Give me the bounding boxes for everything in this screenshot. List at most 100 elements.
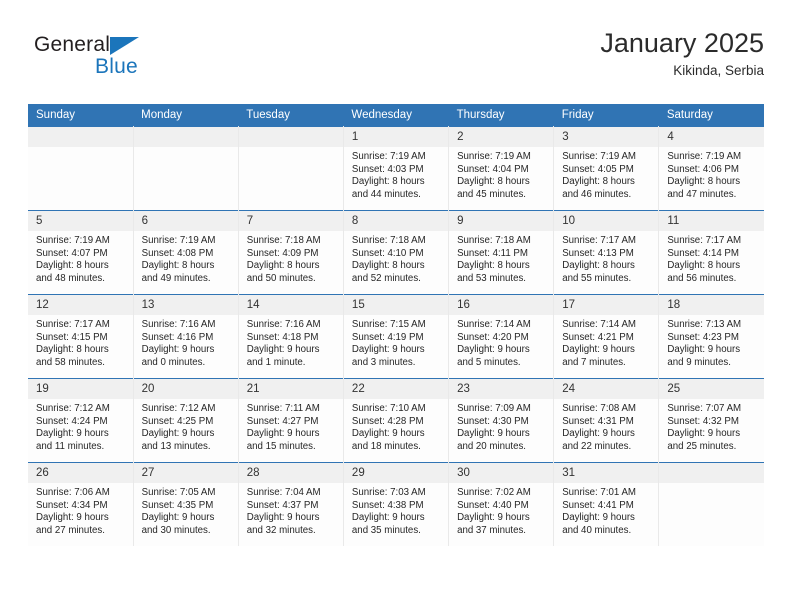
day-sun-info: Sunrise: 7:05 AM Sunset: 4:35 PM Daylight:… (134, 483, 238, 537)
calendar-page: General Blue January 2025 Kikinda, Serbi… (0, 0, 792, 612)
page-header: General Blue January 2025 Kikinda, Serbi… (28, 28, 764, 94)
calendar-day-cell[interactable]: 30 Sunrise: 7:02 AM Sunset: 4:40 PM Dayligh… (448, 462, 555, 546)
daylight-duration-line2: and 50 minutes. (246, 272, 316, 284)
sunset-time: Sunset: 4:21 PM (562, 331, 634, 343)
sunrise-sunset-calendar: Sunday Monday Tuesday Wednesday Thursday… (28, 104, 764, 546)
calendar-day-cell[interactable]: 21 Sunrise: 7:11 AM Sunset: 4:27 PM Dayligh… (237, 378, 344, 463)
calendar-day-cell[interactable]: 28 Sunrise: 7:04 AM Sunset: 4:37 PM Dayligh… (237, 462, 344, 546)
calendar-day-cell[interactable]: 26 Sunrise: 7:06 AM Sunset: 4:34 PM Dayligh… (28, 462, 134, 546)
calendar-day-cell[interactable]: 14 Sunrise: 7:16 AM Sunset: 4:18 PM Dayligh… (237, 294, 344, 379)
daylight-duration-line1: Daylight: 9 hours (562, 428, 635, 440)
sunrise-time: Sunrise: 7:05 AM (141, 487, 216, 498)
title-block: January 2025 Kikinda, Serbia (600, 28, 764, 79)
day-sun-info: Sunrise: 7:19 AM Sunset: 4:07 PM Daylight:… (28, 231, 133, 285)
day-number: 21 (238, 379, 343, 399)
sunset-time: Sunset: 4:16 PM (141, 331, 214, 343)
daylight-duration-line2: and 35 minutes. (351, 524, 421, 536)
day-number: 7 (238, 211, 343, 231)
day-sun-info: Sunrise: 7:16 AM Sunset: 4:18 PM Daylight:… (239, 315, 343, 369)
calendar-day-cell[interactable]: 20 Sunrise: 7:12 AM Sunset: 4:25 PM Dayligh… (132, 378, 239, 463)
day-number: 16 (449, 295, 554, 315)
calendar-day-cell-empty (237, 126, 344, 211)
calendar-day-cell[interactable]: 19 Sunrise: 7:12 AM Sunset: 4:24 PM Dayligh… (28, 378, 134, 463)
day-sun-info: Sunrise: 7:18 AM Sunset: 4:10 PM Daylight:… (344, 231, 448, 285)
sunset-time: Sunset: 4:03 PM (351, 163, 424, 175)
general-blue-logo[interactable]: General Blue (34, 34, 244, 90)
logo-triangle-icon (110, 37, 139, 55)
day-number: 12 (28, 295, 133, 315)
day-sun-info: Sunrise: 7:17 AM Sunset: 4:15 PM Daylight:… (28, 315, 133, 369)
page-title: January 2025 (600, 28, 764, 58)
daylight-duration-line2: and 52 minutes. (351, 272, 421, 284)
day-sun-info: Sunrise: 7:06 AM Sunset: 4:34 PM Daylight:… (28, 483, 133, 537)
day-sun-info: Sunrise: 7:13 AM Sunset: 4:23 PM Daylight:… (659, 315, 764, 369)
calendar-day-cell[interactable]: 18 Sunrise: 7:13 AM Sunset: 4:23 PM Dayligh… (658, 294, 764, 379)
calendar-day-cell[interactable]: 9 Sunrise: 7:18 AM Sunset: 4:11 PM Daylight… (448, 210, 555, 295)
daylight-duration-line1: Daylight: 9 hours (351, 428, 425, 440)
daylight-duration-line2: and 18 minutes. (351, 440, 421, 452)
sunrise-time: Sunrise: 7:11 AM (246, 403, 320, 414)
sunset-time: Sunset: 4:28 PM (351, 415, 424, 427)
day-sun-info: Sunrise: 7:01 AM Sunset: 4:41 PM Daylight:… (554, 483, 658, 537)
daylight-duration-line2: and 56 minutes. (667, 272, 737, 284)
sunset-time: Sunset: 4:10 PM (351, 247, 424, 259)
daylight-duration-line2: and 27 minutes. (36, 524, 105, 536)
calendar-day-cell[interactable]: 2 Sunrise: 7:19 AM Sunset: 4:04 PM Daylight… (448, 126, 555, 211)
calendar-day-cell[interactable]: 3 Sunrise: 7:19 AM Sunset: 4:05 PM Daylight… (553, 126, 660, 211)
calendar-day-cell[interactable]: 15 Sunrise: 7:15 AM Sunset: 4:19 PM Dayligh… (342, 294, 450, 379)
daylight-duration-line1: Daylight: 8 hours (141, 260, 215, 272)
daylight-duration-line2: and 30 minutes. (141, 524, 211, 536)
sunset-time: Sunset: 4:25 PM (141, 415, 214, 427)
day-sun-info: Sunrise: 7:19 AM Sunset: 4:03 PM Daylight:… (344, 147, 448, 201)
calendar-day-cell[interactable]: 23 Sunrise: 7:09 AM Sunset: 4:30 PM Dayligh… (448, 378, 555, 463)
calendar-day-cell[interactable]: 8 Sunrise: 7:18 AM Sunset: 4:10 PM Daylight… (342, 210, 450, 295)
calendar-day-cell[interactable]: 31 Sunrise: 7:01 AM Sunset: 4:41 PM Dayligh… (553, 462, 660, 546)
calendar-day-cell[interactable]: 29 Sunrise: 7:03 AM Sunset: 4:38 PM Dayligh… (342, 462, 450, 546)
daylight-duration-line2: and 40 minutes. (562, 524, 632, 536)
calendar-day-cell[interactable]: 4 Sunrise: 7:19 AM Sunset: 4:06 PM Daylight… (658, 126, 764, 211)
daylight-duration-line2: and 55 minutes. (562, 272, 632, 284)
sunset-time: Sunset: 4:08 PM (141, 247, 214, 259)
day-number: 22 (343, 379, 449, 399)
calendar-day-cell[interactable]: 27 Sunrise: 7:05 AM Sunset: 4:35 PM Dayligh… (132, 462, 239, 546)
calendar-day-cell[interactable]: 13 Sunrise: 7:16 AM Sunset: 4:16 PM Dayligh… (132, 294, 239, 379)
day-sun-info: Sunrise: 7:19 AM Sunset: 4:06 PM Daylight:… (659, 147, 764, 201)
sunset-time: Sunset: 4:07 PM (36, 247, 108, 259)
calendar-day-cell[interactable]: 1 Sunrise: 7:19 AM Sunset: 4:03 PM Daylight… (342, 126, 450, 211)
day-number: 18 (659, 295, 764, 315)
sunset-time: Sunset: 4:09 PM (246, 247, 319, 259)
calendar-day-cell[interactable]: 7 Sunrise: 7:18 AM Sunset: 4:09 PM Daylight… (237, 210, 344, 295)
daylight-duration-line2: and 58 minutes. (36, 356, 105, 368)
weekday-header-monday: Monday (133, 104, 239, 127)
calendar-day-cell[interactable]: 22 Sunrise: 7:10 AM Sunset: 4:28 PM Dayligh… (342, 378, 450, 463)
day-number: 2 (449, 127, 554, 147)
sunrise-time: Sunrise: 7:08 AM (562, 403, 636, 414)
day-number: 9 (449, 211, 554, 231)
day-number: 25 (659, 379, 764, 399)
calendar-day-cell[interactable]: 10 Sunrise: 7:17 AM Sunset: 4:13 PM Dayligh… (553, 210, 660, 295)
calendar-day-cell[interactable]: 17 Sunrise: 7:14 AM Sunset: 4:21 PM Dayligh… (553, 294, 660, 379)
daylight-duration-line1: Daylight: 9 hours (36, 428, 109, 440)
sunrise-time: Sunrise: 7:15 AM (351, 319, 426, 330)
calendar-day-cell[interactable]: 12 Sunrise: 7:17 AM Sunset: 4:15 PM Dayligh… (28, 294, 134, 379)
calendar-day-cell[interactable]: 6 Sunrise: 7:19 AM Sunset: 4:08 PM Daylight… (132, 210, 239, 295)
daylight-duration-line2: and 0 minutes. (141, 356, 206, 368)
daylight-duration-line1: Daylight: 8 hours (667, 176, 741, 188)
day-number: 24 (554, 379, 659, 399)
day-sun-info: Sunrise: 7:10 AM Sunset: 4:28 PM Daylight:… (344, 399, 448, 453)
calendar-day-cell[interactable]: 5 Sunrise: 7:19 AM Sunset: 4:07 PM Daylight… (28, 210, 134, 295)
calendar-day-cell[interactable]: 24 Sunrise: 7:08 AM Sunset: 4:31 PM Dayligh… (553, 378, 660, 463)
sunset-time: Sunset: 4:38 PM (351, 499, 424, 511)
day-sun-info: Sunrise: 7:16 AM Sunset: 4:16 PM Daylight:… (134, 315, 238, 369)
calendar-week-row: 26 Sunrise: 7:06 AM Sunset: 4:34 PM Dayligh… (28, 462, 764, 546)
sunrise-time: Sunrise: 7:10 AM (351, 403, 426, 414)
calendar-day-cell[interactable]: 25 Sunrise: 7:07 AM Sunset: 4:32 PM Dayligh… (658, 378, 764, 463)
calendar-day-cell[interactable]: 16 Sunrise: 7:14 AM Sunset: 4:20 PM Dayligh… (448, 294, 555, 379)
daylight-duration-line1: Daylight: 8 hours (351, 260, 425, 272)
daylight-duration-line1: Daylight: 9 hours (351, 512, 425, 524)
sunrise-time: Sunrise: 7:12 AM (141, 403, 216, 414)
day-sun-info: Sunrise: 7:19 AM Sunset: 4:08 PM Daylight:… (134, 231, 238, 285)
calendar-day-cell[interactable]: 11 Sunrise: 7:17 AM Sunset: 4:14 PM Dayligh… (658, 210, 764, 295)
daylight-duration-line2: and 13 minutes. (141, 440, 211, 452)
logo-text-blue: Blue (95, 55, 138, 78)
